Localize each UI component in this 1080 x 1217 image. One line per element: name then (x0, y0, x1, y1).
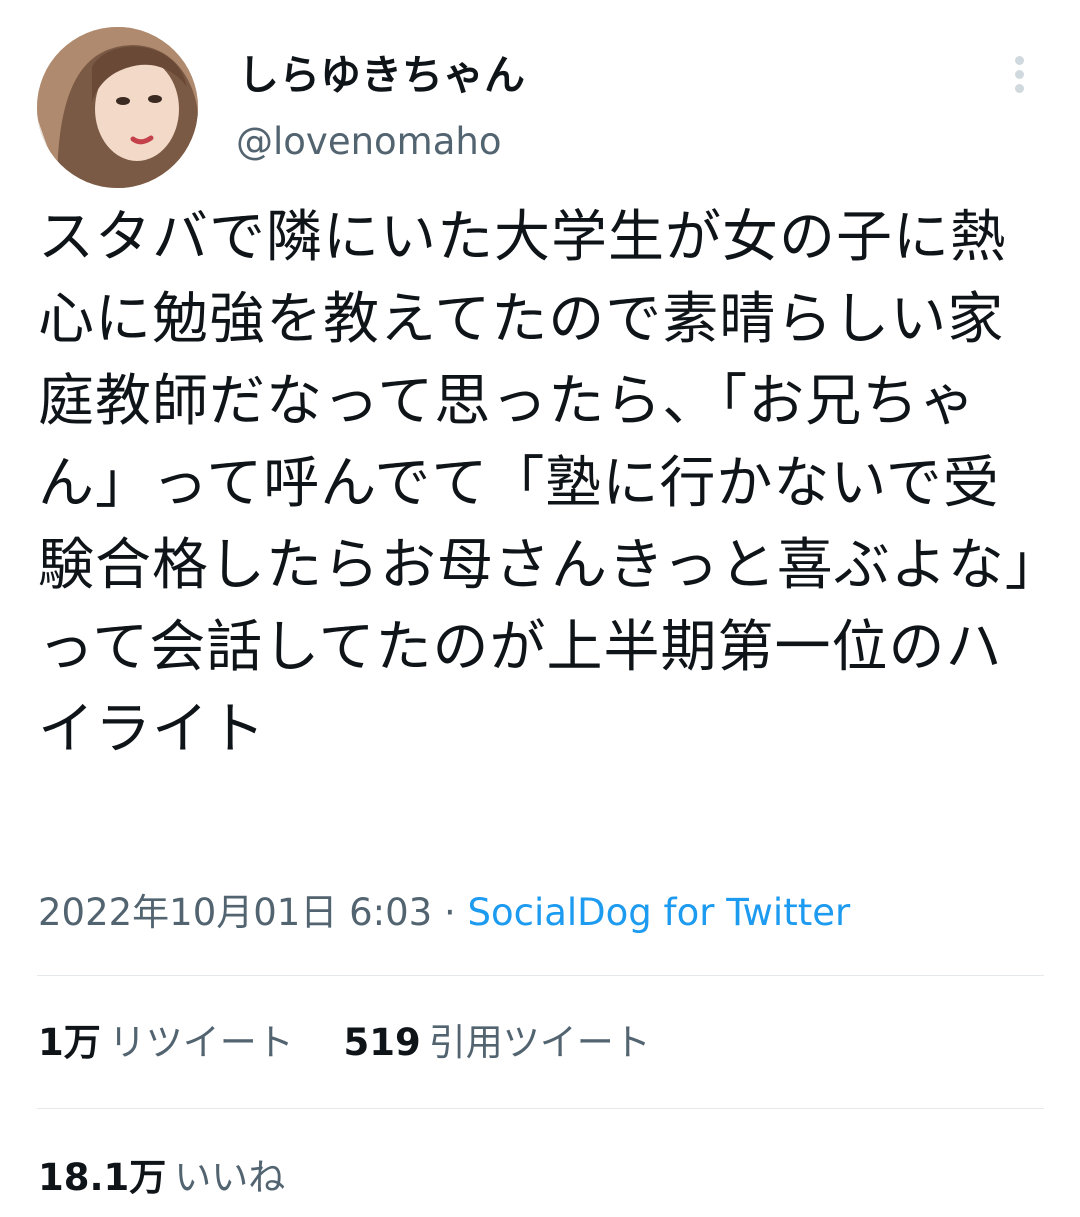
stats-row-retweets: 1万 リツイート 519 引用ツイート (38, 1020, 651, 1066)
avatar-image (37, 27, 198, 188)
divider (37, 1108, 1044, 1109)
quotes-count: 519 (343, 1021, 421, 1064)
quotes-stat[interactable]: 519 引用ツイート (344, 1020, 651, 1066)
quotes-label: 引用ツイート (428, 1021, 651, 1064)
likes-stat[interactable]: 18.1万 いいね (38, 1155, 285, 1201)
avatar[interactable] (37, 27, 198, 188)
retweets-count: 1万 (38, 1021, 101, 1064)
user-handle[interactable]: @lovenomaho (236, 119, 501, 165)
more-vertical-icon-dot (1015, 70, 1024, 79)
tweet-meta: 2022年10月01日 6:03 · SocialDog for Twitter (38, 890, 850, 936)
tweet-timestamp[interactable]: 2022年10月01日 6:03 (38, 891, 432, 934)
more-options-button[interactable] (1000, 52, 1040, 96)
meta-separator: · (443, 891, 456, 934)
more-vertical-icon-dot (1015, 84, 1024, 93)
stats-row-likes: 18.1万 いいね (38, 1155, 285, 1201)
retweets-label: リツイート (108, 1021, 294, 1064)
tweet-text: スタバで隣にいた大学生が女の子に熱心に勉強を教えてたので素晴らしい家庭教師だなっ… (38, 205, 1034, 762)
divider (37, 975, 1044, 976)
retweets-stat[interactable]: 1万 リツイート (38, 1020, 294, 1066)
display-name[interactable]: しらゆきちゃん (238, 50, 525, 100)
tweet-source-link[interactable]: SocialDog for Twitter (467, 891, 850, 934)
likes-label: いいね (174, 1156, 286, 1199)
tweet-detail: しらゆきちゃん @lovenomaho スタバで隣にいた大学生が女の子に熱心に勉… (0, 0, 1080, 1217)
more-vertical-icon (1015, 56, 1024, 65)
likes-count: 18.1万 (38, 1156, 167, 1199)
